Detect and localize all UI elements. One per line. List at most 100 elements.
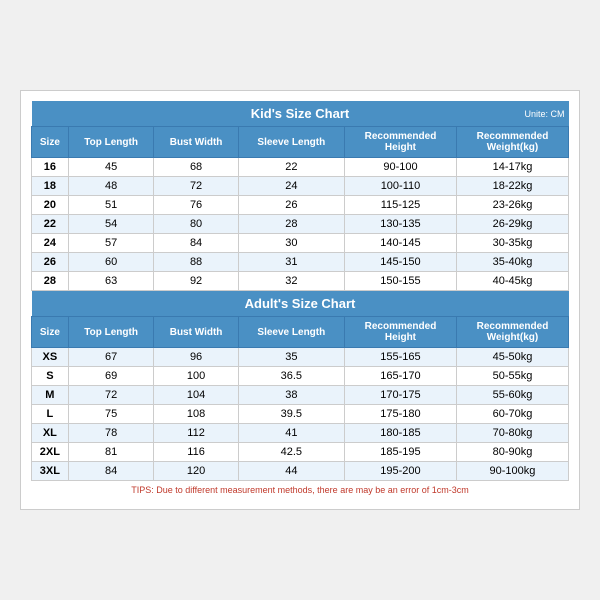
kids-row-26: 26 60 88 31 145-150 35-40kg: [32, 253, 569, 272]
kids-weight-22: 26-29kg: [456, 215, 568, 234]
adults-weight-3xl: 90-100kg: [456, 462, 568, 481]
kids-col-headers: Size Top Length Bust Width Sleeve Length…: [32, 127, 569, 158]
adults-title: Adult's Size Chart: [32, 291, 569, 317]
adults-bust-xs: 96: [154, 348, 238, 367]
adults-height-m: 170-175: [344, 386, 456, 405]
kids-size-16: 16: [32, 158, 69, 177]
adults-sleeve-m: 38: [238, 386, 344, 405]
kids-sleeve-20: 26: [238, 196, 344, 215]
adults-size-m: M: [32, 386, 69, 405]
adults-row-xl: XL 78 112 41 180-185 70-80kg: [32, 424, 569, 443]
kids-height-28: 150-155: [344, 272, 456, 291]
kids-weight-24: 30-35kg: [456, 234, 568, 253]
adults-sleeve-2xl: 42.5: [238, 443, 344, 462]
kids-header-height: RecommendedHeight: [344, 127, 456, 158]
kids-section-header: Kid's Size Chart Unite: CM: [32, 101, 569, 127]
kids-height-20: 115-125: [344, 196, 456, 215]
adults-sleeve-l: 39.5: [238, 405, 344, 424]
kids-title: Kid's Size Chart Unite: CM: [32, 101, 569, 127]
kids-row-16: 16 45 68 22 90-100 14-17kg: [32, 158, 569, 177]
adults-height-2xl: 185-195: [344, 443, 456, 462]
kids-top-26: 60: [68, 253, 154, 272]
adults-size-l: L: [32, 405, 69, 424]
kids-weight-16: 14-17kg: [456, 158, 568, 177]
kids-bust-26: 88: [154, 253, 238, 272]
adults-row-s: S 69 100 36.5 165-170 50-55kg: [32, 367, 569, 386]
size-chart-table: Kid's Size Chart Unite: CM Size Top Leng…: [31, 101, 569, 499]
kids-bust-24: 84: [154, 234, 238, 253]
kids-top-20: 51: [68, 196, 154, 215]
tips-text: TIPS: Due to different measurement metho…: [32, 481, 569, 500]
adults-sleeve-s: 36.5: [238, 367, 344, 386]
kids-size-18: 18: [32, 177, 69, 196]
kids-sleeve-28: 32: [238, 272, 344, 291]
adults-bust-m: 104: [154, 386, 238, 405]
adults-size-s: S: [32, 367, 69, 386]
kids-sleeve-16: 22: [238, 158, 344, 177]
kids-size-28: 28: [32, 272, 69, 291]
adults-weight-l: 60-70kg: [456, 405, 568, 424]
adults-size-2xl: 2XL: [32, 443, 69, 462]
adults-col-headers: Size Top Length Bust Width Sleeve Length…: [32, 317, 569, 348]
adults-row-l: L 75 108 39.5 175-180 60-70kg: [32, 405, 569, 424]
kids-height-22: 130-135: [344, 215, 456, 234]
adults-bust-s: 100: [154, 367, 238, 386]
kids-header-sleeve-length: Sleeve Length: [238, 127, 344, 158]
adults-height-3xl: 195-200: [344, 462, 456, 481]
adults-size-xl: XL: [32, 424, 69, 443]
adults-height-l: 175-180: [344, 405, 456, 424]
adults-height-xs: 155-165: [344, 348, 456, 367]
kids-bust-22: 80: [154, 215, 238, 234]
adults-row-m: M 72 104 38 170-175 55-60kg: [32, 386, 569, 405]
adults-top-xs: 67: [68, 348, 154, 367]
kids-row-24: 24 57 84 30 140-145 30-35kg: [32, 234, 569, 253]
adults-weight-s: 50-55kg: [456, 367, 568, 386]
kids-top-24: 57: [68, 234, 154, 253]
kids-weight-26: 35-40kg: [456, 253, 568, 272]
adults-row-2xl: 2XL 81 116 42.5 185-195 80-90kg: [32, 443, 569, 462]
kids-sleeve-18: 24: [238, 177, 344, 196]
adults-header-height: RecommendedHeight: [344, 317, 456, 348]
adults-size-xs: XS: [32, 348, 69, 367]
kids-height-16: 90-100: [344, 158, 456, 177]
kids-top-16: 45: [68, 158, 154, 177]
kids-header-top-length: Top Length: [68, 127, 154, 158]
kids-sleeve-24: 30: [238, 234, 344, 253]
adults-bust-2xl: 116: [154, 443, 238, 462]
kids-header-bust-width: Bust Width: [154, 127, 238, 158]
adults-sleeve-3xl: 44: [238, 462, 344, 481]
adults-top-3xl: 84: [68, 462, 154, 481]
adults-header-bust-width: Bust Width: [154, 317, 238, 348]
kids-bust-16: 68: [154, 158, 238, 177]
adults-header-size: Size: [32, 317, 69, 348]
kids-height-18: 100-110: [344, 177, 456, 196]
adults-weight-m: 55-60kg: [456, 386, 568, 405]
kids-top-18: 48: [68, 177, 154, 196]
kids-height-24: 140-145: [344, 234, 456, 253]
kids-size-24: 24: [32, 234, 69, 253]
kids-sleeve-26: 31: [238, 253, 344, 272]
adults-weight-xl: 70-80kg: [456, 424, 568, 443]
adults-section-header: Adult's Size Chart: [32, 291, 569, 317]
adults-header-top-length: Top Length: [68, 317, 154, 348]
kids-header-weight: RecommendedWeight(kg): [456, 127, 568, 158]
adults-row-xs: XS 67 96 35 155-165 45-50kg: [32, 348, 569, 367]
kids-size-20: 20: [32, 196, 69, 215]
adults-top-s: 69: [68, 367, 154, 386]
adults-height-s: 165-170: [344, 367, 456, 386]
kids-bust-28: 92: [154, 272, 238, 291]
adults-size-3xl: 3XL: [32, 462, 69, 481]
kids-row-28: 28 63 92 32 150-155 40-45kg: [32, 272, 569, 291]
adults-top-2xl: 81: [68, 443, 154, 462]
adults-bust-3xl: 120: [154, 462, 238, 481]
kids-top-22: 54: [68, 215, 154, 234]
adults-bust-l: 108: [154, 405, 238, 424]
kids-height-26: 145-150: [344, 253, 456, 272]
adults-bust-xl: 112: [154, 424, 238, 443]
adults-sleeve-xs: 35: [238, 348, 344, 367]
kids-row-20: 20 51 76 26 115-125 23-26kg: [32, 196, 569, 215]
kids-row-18: 18 48 72 24 100-110 18-22kg: [32, 177, 569, 196]
kids-size-22: 22: [32, 215, 69, 234]
adults-top-l: 75: [68, 405, 154, 424]
adults-header-sleeve-length: Sleeve Length: [238, 317, 344, 348]
